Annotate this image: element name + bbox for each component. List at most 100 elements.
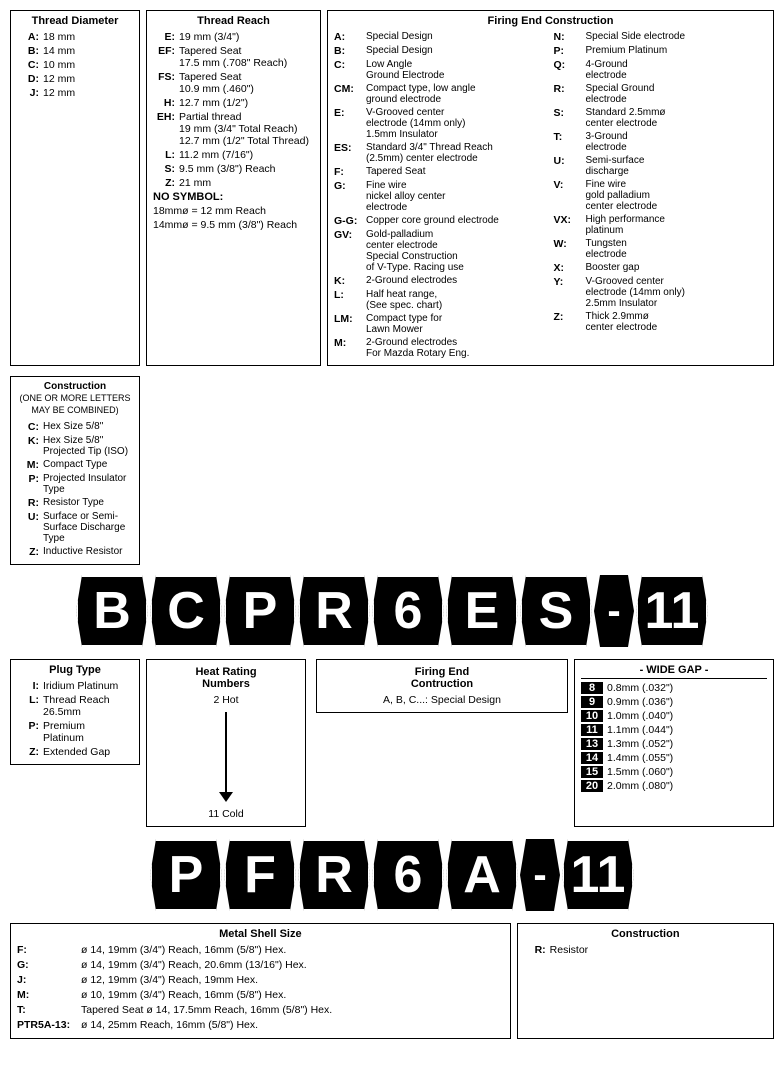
firing-label: V: — [554, 179, 582, 212]
entry-value: Compact Type — [43, 459, 133, 471]
plug-type-entry: Z:Extended Gap — [17, 746, 133, 758]
plug-type-title: Plug Type — [17, 664, 133, 676]
bottom-left: Plug Type I:Iridium PlatinumL:Thread Rea… — [10, 659, 140, 827]
metal-value: ø 14, 19mm (3/4") Reach, 16mm (5/8") Hex… — [81, 944, 286, 956]
firing-entry: G-G:Copper core ground electrode — [334, 215, 548, 227]
banner2: PFR6A-11 — [10, 839, 774, 911]
construction-entry: C:Hex Size 5/8" — [17, 421, 133, 433]
plug-letter: R — [298, 575, 370, 647]
gap-number: 13 — [581, 738, 603, 750]
firing-label: S: — [554, 107, 582, 129]
entry-value: 10 mm — [43, 59, 133, 71]
firing-entry: W:Tungsten electrode — [554, 238, 768, 260]
firing-entry: M:2-Ground electrodes For Mazda Rotary E… — [334, 337, 548, 359]
firing-value: V-Grooved center electrode (14mm only) 1… — [366, 107, 548, 140]
firing-label: L: — [334, 289, 362, 311]
entry-value: Inductive Resistor — [43, 546, 133, 558]
arrow-line — [225, 712, 227, 792]
plug-letter: B — [76, 575, 148, 647]
firing-label: N: — [554, 31, 582, 43]
thread-diameter-entry: C:10 mm — [17, 59, 133, 71]
firing-value: Fine wire nickel alloy center electrode — [366, 180, 548, 213]
entry-label: L: — [17, 694, 39, 718]
mid-row: Construction(ONE OR MORE LETTERSMAY BE C… — [10, 372, 774, 565]
thread-diameter-title: Thread Diameter — [17, 15, 133, 27]
wide-gap-box: - WIDE GAP - 80.8mm (.032")90.9mm (.036"… — [574, 659, 774, 827]
thread-reach-entry: FS:Tapered Seat 10.9 mm (.460") — [153, 71, 314, 95]
bottom-center: Heat RatingNumbers 2 Hot 11 Cold Firing … — [146, 659, 568, 827]
metal-value: ø 10, 19mm (3/4") Reach, 16mm (5/8") Hex… — [81, 989, 286, 1001]
plug-letter: P — [150, 839, 222, 911]
entry-value: 18 mm — [43, 31, 133, 43]
thread-reach-entries: E:19 mm (3/4")EF:Tapered Seat 17.5 mm (.… — [153, 31, 314, 231]
gap-entry: 151.5mm (.060") — [581, 766, 767, 778]
gap-value: 1.1mm (.044") — [607, 724, 673, 736]
firing-entry: X:Booster gap — [554, 262, 768, 274]
heat-cold-label: 11 Cold — [153, 808, 299, 820]
gap-number: 11 — [581, 724, 603, 736]
entry-value: 21 mm — [179, 177, 314, 189]
entry-label: I: — [17, 680, 39, 692]
entry-label: E: — [153, 31, 175, 43]
firing-label: T: — [554, 131, 582, 153]
firing-entry: S:Standard 2.5mmø center electrode — [554, 107, 768, 129]
entry-label: C: — [17, 421, 39, 433]
firing-entry: K:2-Ground electrodes — [334, 275, 548, 287]
construction-bottom-title: Construction — [524, 928, 767, 940]
metal-shell-entry: J:ø 12, 19mm (3/4") Reach, 19mm Hex. — [17, 974, 504, 986]
plug-letter: C — [150, 575, 222, 647]
gap-entry: 131.3mm (.052") — [581, 738, 767, 750]
firing-entry: Y:V-Grooved center electrode (14mm only)… — [554, 276, 768, 309]
no-symbol: NO SYMBOL: — [153, 191, 223, 203]
gap-value: 1.0mm (.040") — [607, 710, 673, 722]
firing-end-bottom-value: A, B, C...: Special Design — [323, 694, 561, 706]
firing-entry: Z:Thick 2.9mmø center electrode — [554, 311, 768, 333]
entry-value: 14 mm — [43, 45, 133, 57]
firing-value: High performance platinum — [586, 214, 768, 236]
entry-label: L: — [153, 149, 175, 161]
firing-value: 3-Ground electrode — [586, 131, 768, 153]
plug-letter: 11 — [562, 839, 634, 911]
firing-entry: ES:Standard 3/4" Thread Reach (2.5mm) ce… — [334, 142, 548, 164]
plug-letter: A — [446, 839, 518, 911]
firing-entry: T:3-Ground electrode — [554, 131, 768, 153]
firing-end-bottom-box: Firing EndContruction A, B, C...: Specia… — [316, 659, 568, 713]
gap-number: 10 — [581, 710, 603, 722]
thread-reach-entry: Z:21 mm — [153, 177, 314, 189]
construction-bottom-entry: R:Resistor — [524, 944, 767, 956]
firing-entry: U:Semi-surface discharge — [554, 155, 768, 177]
thread-diameter-entries: A:18 mmB:14 mmC:10 mmD:12 mmJ:12 mm — [17, 31, 133, 99]
bottom-section: Plug Type I:Iridium PlatinumL:Thread Rea… — [10, 659, 774, 827]
entry-label: J: — [17, 87, 39, 99]
heat-rating-title: Heat RatingNumbers — [153, 666, 299, 690]
metal-shell-box: Metal Shell Size F:ø 14, 19mm (3/4") Rea… — [10, 923, 511, 1039]
firing-label: F: — [334, 166, 362, 178]
firing-label: Q: — [554, 59, 582, 81]
entry-value: 9.5 mm (3/8") Reach — [179, 163, 314, 175]
heat-arrow — [153, 712, 299, 802]
firing-label: ES: — [334, 142, 362, 164]
firing-value: 2-Ground electrodes For Mazda Rotary Eng… — [366, 337, 548, 359]
firing-value: Special Ground electrode — [586, 83, 768, 105]
gap-entry: 90.9mm (.036") — [581, 696, 767, 708]
construction-entry: U:Surface or Semi- Surface Discharge Typ… — [17, 511, 133, 544]
plug-type-box: Plug Type I:Iridium PlatinumL:Thread Rea… — [10, 659, 140, 765]
banner1: BCPR6ES-11 — [10, 575, 774, 647]
firing-value: Premium Platinum — [586, 45, 768, 57]
firing-value: Tapered Seat — [366, 166, 548, 178]
metal-label: T: — [17, 1004, 77, 1016]
firing-label: G: — [334, 180, 362, 213]
firing-value: Tungsten electrode — [586, 238, 768, 260]
firing-entry: V:Fine wire gold palladium center electr… — [554, 179, 768, 212]
plug-letter: 6 — [372, 575, 444, 647]
gap-entry: 202.0mm (.080") — [581, 780, 767, 792]
entry-value: Thread Reach 26.5mm — [43, 694, 133, 718]
entry-label: EF: — [153, 45, 175, 69]
metal-label: J: — [17, 974, 77, 986]
entry-value: Tapered Seat 17.5 mm (.708" Reach) — [179, 45, 314, 69]
gap-entry: 141.4mm (.055") — [581, 752, 767, 764]
firing-label: M: — [334, 337, 362, 359]
firing-entry: R:Special Ground electrode — [554, 83, 768, 105]
firing-value: V-Grooved center electrode (14mm only) 2… — [586, 276, 768, 309]
heat-rating-box: Heat RatingNumbers 2 Hot 11 Cold — [146, 659, 306, 827]
